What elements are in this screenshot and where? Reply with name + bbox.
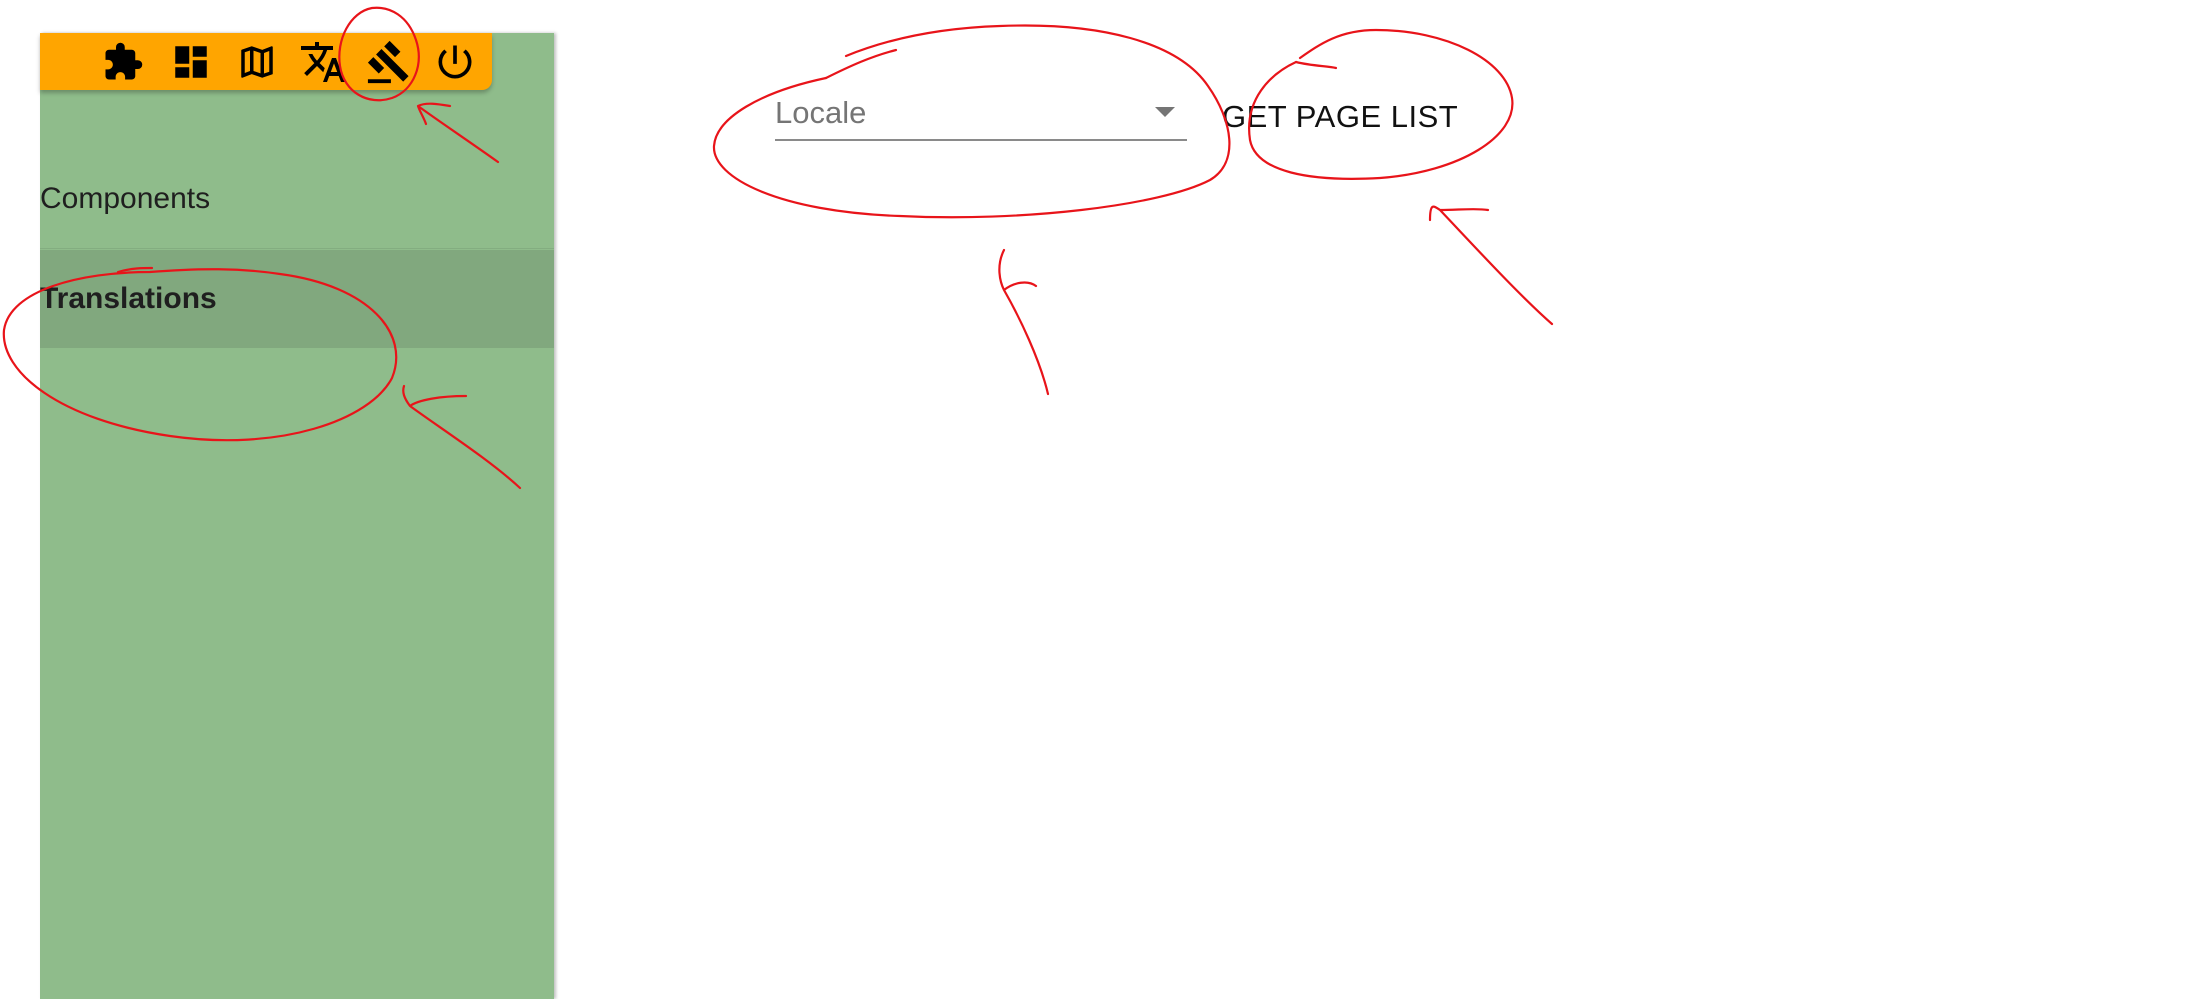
translate-icon[interactable] [294,33,352,90]
select-underline [775,139,1187,141]
power-icon[interactable] [426,33,484,90]
locale-select-label: Locale [775,95,867,130]
chevron-down-icon[interactable] [1155,107,1175,117]
get-page-list-button[interactable]: GET PAGE LIST [1222,93,1458,141]
locale-select[interactable]: Locale [775,85,1187,141]
annotation-arrow-page-list [1428,205,1554,326]
sidebar-item-components[interactable]: Components [40,150,554,248]
divider [40,248,554,249]
sidebar-item-label: Translations [40,282,217,315]
sidebar-item-label: Components [40,182,211,215]
sidebar-item-translations[interactable]: Translations [40,250,554,348]
puzzle-icon[interactable] [94,33,152,90]
toolbar [40,33,492,90]
annotation-arrow-locale [998,248,1050,396]
map-icon[interactable] [228,33,286,90]
dashboard-icon[interactable] [162,33,220,90]
app-window: Components Translations Locale GET PAGE … [0,0,2205,999]
gavel-icon[interactable] [360,33,418,90]
